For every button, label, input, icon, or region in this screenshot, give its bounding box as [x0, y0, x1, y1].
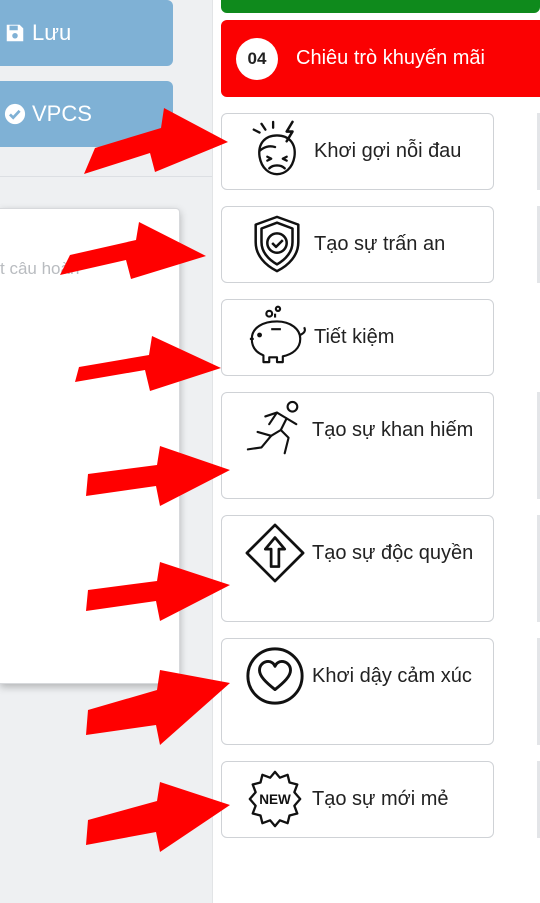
arrow-6 — [86, 670, 230, 745]
arrow-1 — [84, 108, 228, 174]
arrow-7 — [86, 782, 230, 852]
annotation-arrows — [60, 108, 230, 852]
arrow-4 — [86, 446, 230, 506]
arrow-2 — [60, 222, 206, 279]
arrow-3 — [75, 336, 221, 391]
arrow-5 — [86, 562, 230, 621]
